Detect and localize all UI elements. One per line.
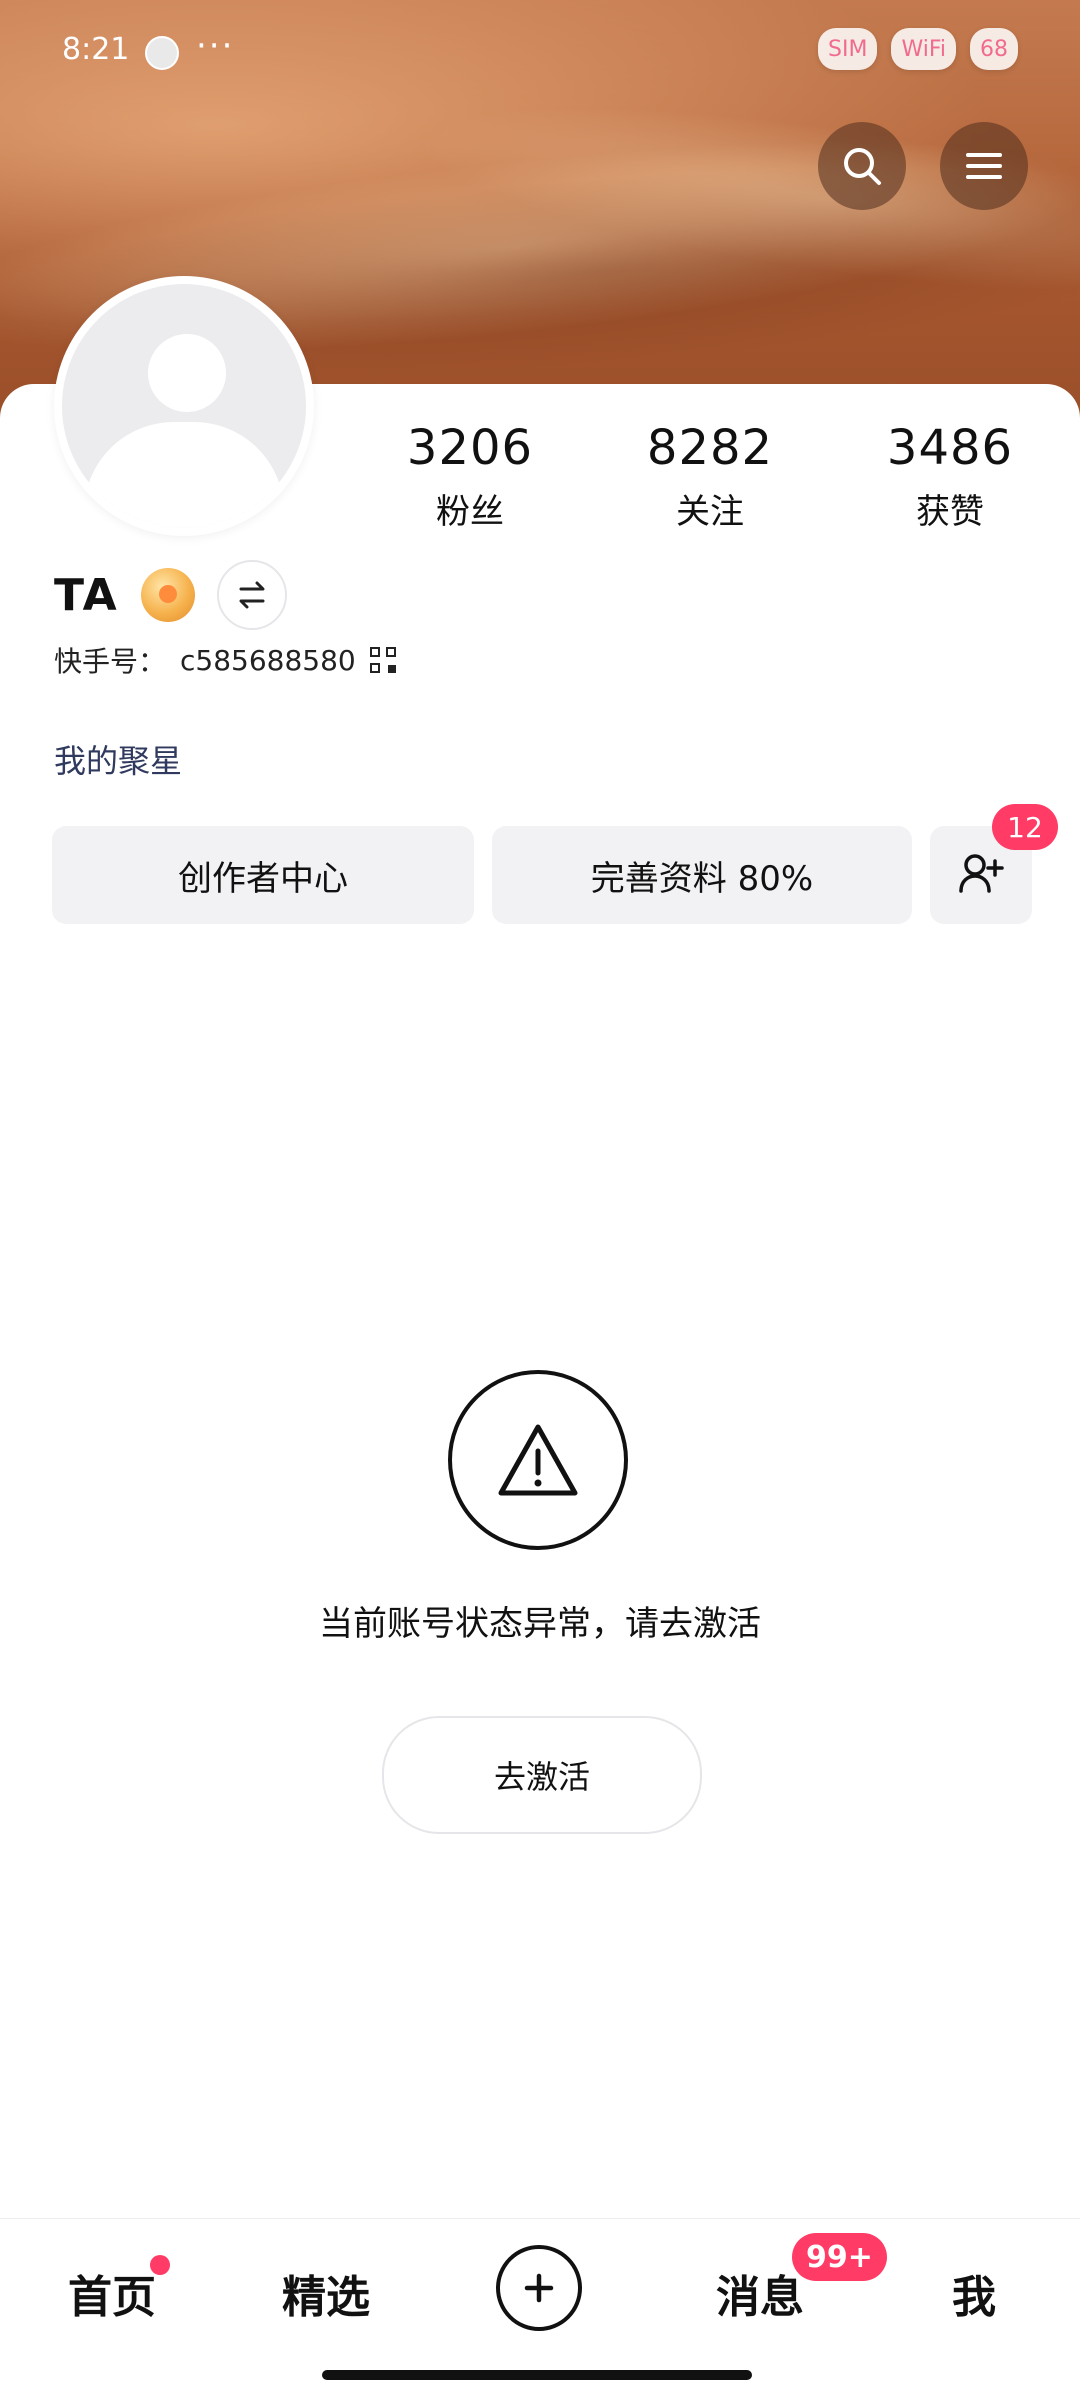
- kuaishou-id-label: 快手号：: [54, 645, 167, 678]
- status-indicators: SIM WiFi 68: [818, 28, 1018, 70]
- wifi-icon: WiFi: [891, 28, 956, 70]
- username: TA: [54, 569, 119, 621]
- nav-messages[interactable]: 消息: [716, 2261, 804, 2325]
- qr-code-icon[interactable]: [369, 647, 396, 673]
- search-button[interactable]: [818, 122, 906, 210]
- stat-value: 3206: [406, 420, 534, 476]
- status-time: 8:21: [62, 32, 130, 67]
- switch-account-icon: [239, 581, 265, 609]
- stat-value: 8282: [646, 420, 774, 476]
- avatar-image: [62, 284, 306, 528]
- friend-requests-badge: 12: [992, 804, 1058, 850]
- stat-label: 关注: [676, 492, 744, 532]
- profile-stats: 3206 粉丝 8282 关注 3486 获赞: [360, 420, 1060, 533]
- switch-account-button[interactable]: [216, 560, 287, 630]
- search-icon: [844, 148, 881, 185]
- stat-fans[interactable]: 3206 粉丝: [360, 420, 580, 533]
- nav-me[interactable]: 我: [952, 2261, 996, 2325]
- menu-icon: [966, 153, 1002, 179]
- name-row: TA: [54, 560, 287, 630]
- signal-icon: SIM: [818, 28, 878, 70]
- home-unread-dot: [150, 2255, 170, 2275]
- status-bar: 8:21 ··· SIM WiFi 68: [0, 0, 1080, 100]
- complete-profile-button[interactable]: 完善资料 80%: [492, 826, 912, 924]
- stat-following[interactable]: 8282 关注: [600, 420, 820, 533]
- top-actions: [818, 122, 1028, 210]
- stat-label: 粉丝: [436, 492, 504, 532]
- activate-button[interactable]: 去激活: [382, 1716, 702, 1834]
- status-more-dots: ···: [196, 26, 235, 66]
- avatar[interactable]: [54, 276, 314, 536]
- warning-icon: [498, 1424, 578, 1496]
- creator-center-button[interactable]: 创作者中心: [52, 826, 474, 924]
- account-status-message: 当前账号状态异常，请去激活: [319, 1604, 761, 1644]
- add-friend-icon: [959, 854, 1004, 893]
- avatar-body: [84, 422, 284, 528]
- creator-badge-icon[interactable]: [140, 568, 195, 622]
- stat-likes[interactable]: 3486 获赞: [840, 420, 1060, 533]
- avatar-head: [148, 334, 226, 412]
- stat-value: 3486: [886, 420, 1014, 476]
- nav-featured[interactable]: 精选: [282, 2261, 370, 2325]
- battery-icon: 68: [970, 28, 1018, 70]
- plus-icon: [524, 2273, 554, 2303]
- nav-home[interactable]: 首页: [68, 2261, 156, 2325]
- my-juxing-link[interactable]: 我的聚星: [54, 736, 182, 782]
- warning-circle: [448, 1370, 628, 1550]
- home-indicator[interactable]: [322, 2370, 752, 2380]
- kuaishou-id[interactable]: 快手号： c585688580: [54, 640, 396, 680]
- menu-button[interactable]: [940, 122, 1028, 210]
- stat-label: 获赞: [916, 492, 984, 532]
- status-app-icon: [145, 36, 179, 70]
- profile-page: 8:21 ··· SIM WiFi 68 3206 粉丝 8282 关注 348…: [0, 0, 1080, 2400]
- create-button[interactable]: [496, 2245, 582, 2331]
- messages-badge: 99+: [792, 2233, 887, 2281]
- add-friend-button[interactable]: 12: [930, 804, 1058, 924]
- kuaishou-id-value: c585688580: [180, 643, 356, 677]
- profile-actions: 创作者中心 完善资料 80% 12: [52, 804, 1058, 924]
